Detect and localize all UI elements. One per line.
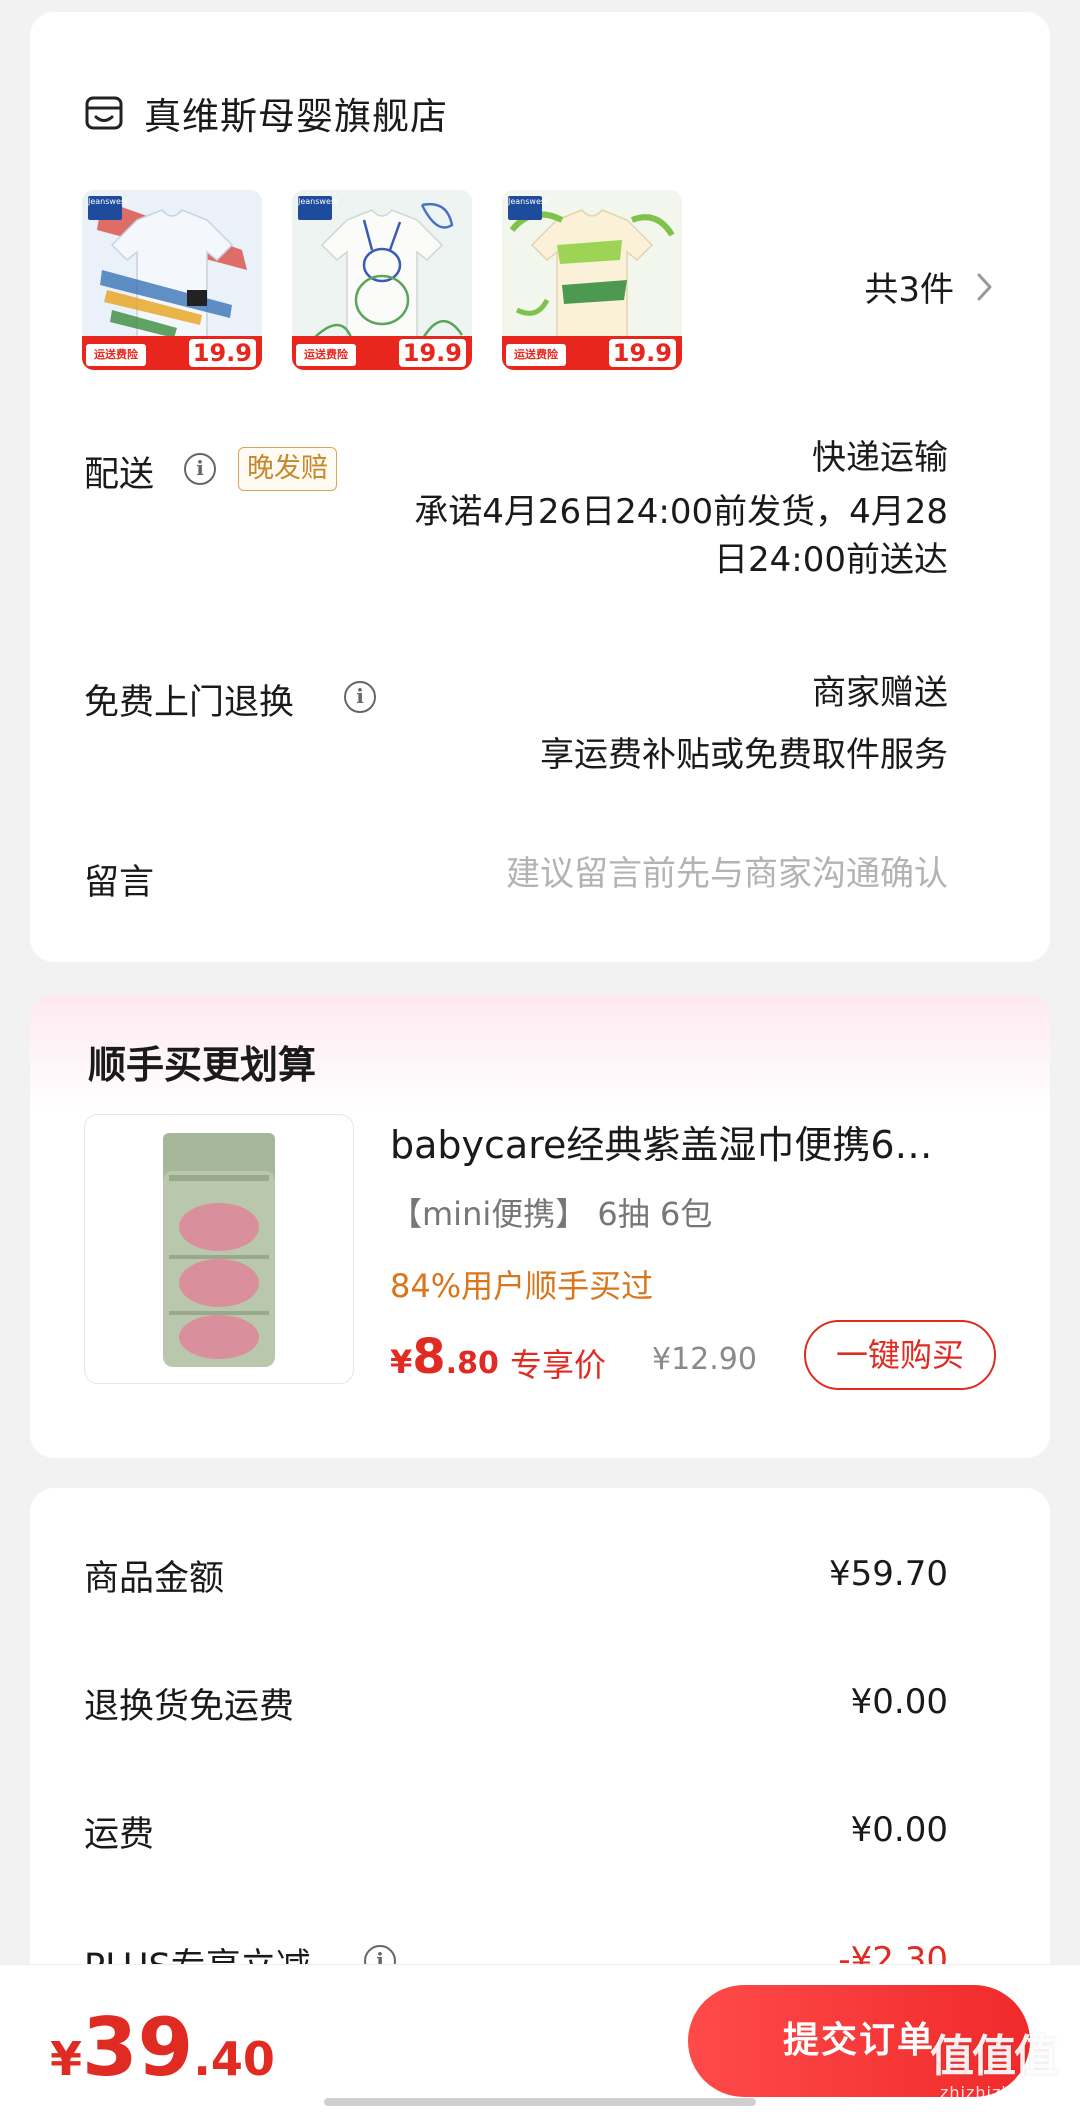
product-thumb-2[interactable]: Jeanswest 运送费险 19.9 — [292, 190, 472, 370]
free-return-label: 免费上门退换 — [84, 683, 295, 723]
delivery-promise-line1: 承诺4月26日24:00前发货，4月28 — [414, 492, 948, 532]
free-return-value: 商家赠送 — [812, 673, 948, 713]
exclusive-price-label: 专享价 — [510, 1346, 607, 1384]
free-return-info: 商家赠送 享运费补贴或免费取件服务 — [540, 662, 948, 786]
brand-tag: Jeanswest — [298, 196, 338, 220]
late-ship-badge: 晚发赔 — [238, 447, 337, 491]
price-integer: 8 — [412, 1329, 446, 1385]
delivery-method: 快递运输 — [812, 438, 948, 478]
original-price: ¥12.90 — [652, 1342, 757, 1377]
promo-tag: 运送费险 — [506, 344, 566, 366]
message-label: 留言 — [84, 863, 155, 903]
product-thumb-3[interactable]: Jeanswest 运送费险 19.9 — [502, 190, 682, 370]
delivery-promise-line2: 日24:00前送达 — [714, 540, 948, 580]
message-input[interactable]: 建议留言前先与商家沟通确认 — [506, 850, 948, 898]
product-thumbnails[interactable]: Jeanswest 运送费险 19.9 Jeanswest 运送费险 19.9 — [82, 190, 712, 370]
total-integer: 39 — [82, 2001, 194, 2094]
total-symbol: ¥ — [50, 2032, 83, 2086]
addon-product-image[interactable] — [84, 1114, 354, 1384]
brand-tag: Jeanswest — [508, 196, 548, 220]
goods-amount-value: ¥59.70 — [829, 1554, 948, 1594]
addon-product-spec: 【mini便携】 6抽 6包 — [390, 1195, 713, 1233]
brand-tag: Jeanswest — [88, 196, 128, 220]
price-symbol: ¥ — [390, 1343, 413, 1381]
addon-product-name[interactable]: babycare经典紫盖湿巾便携6… — [390, 1114, 1000, 1169]
watermark-url: zhizhizhi.com — [940, 2083, 1062, 2102]
promo-price: 19.9 — [608, 339, 676, 367]
item-count: 共3件 — [864, 270, 954, 310]
one-click-buy-button[interactable]: 一键购买 — [804, 1320, 996, 1390]
promo-tag: 运送费险 — [86, 344, 146, 366]
wipes-pack-image — [163, 1133, 275, 1367]
info-icon[interactable]: i — [344, 681, 376, 713]
addon-purchase-stat: 84%用户顺手买过 — [390, 1267, 654, 1305]
delivery-label: 配送 — [84, 455, 155, 495]
store-order-card: 真维斯母婴旗舰店 Jeanswest 运送费险 19.9 Jeanswest 运… — [30, 12, 1050, 962]
store-header[interactable]: 真维斯母婴旗舰店 — [84, 78, 448, 148]
store-icon — [85, 96, 123, 130]
addon-title: 顺手买更划算 — [88, 1043, 317, 1087]
watermark-logo: 值值值 — [930, 2031, 1058, 2082]
total-price: ¥ 39 .40 — [50, 2001, 275, 2094]
free-return-detail: 享运费补贴或免费取件服务 — [540, 735, 948, 775]
item-count-link[interactable]: 共3件 — [864, 262, 996, 311]
product-thumb-1[interactable]: Jeanswest 运送费险 19.9 — [82, 190, 262, 370]
goods-amount-label: 商品金额 — [84, 1559, 225, 1599]
return-shipping-value: ¥0.00 — [850, 1682, 948, 1722]
shipping-fee-label: 运费 — [84, 1815, 155, 1855]
return-shipping-label: 退换货免运费 — [84, 1687, 295, 1727]
delivery-info[interactable]: 快递运输 承诺4月26日24:00前发货，4月28 日24:00前送达 — [414, 434, 948, 584]
addon-price: ¥ 8 .80 — [390, 1329, 499, 1385]
shipping-fee-value: ¥0.00 — [850, 1810, 948, 1850]
promo-tag: 运送费险 — [296, 344, 356, 366]
checkout-bar: ¥ 39 .40 提交订单 — [0, 1964, 1080, 2112]
info-icon[interactable]: i — [184, 453, 216, 485]
total-decimal: .40 — [193, 2032, 275, 2086]
price-decimal: .80 — [445, 1346, 499, 1381]
chevron-right-icon — [977, 273, 992, 300]
home-indicator[interactable] — [324, 2098, 756, 2106]
addon-card: 顺手买更划算 babycare经典紫盖湿巾便携6… 【mini便携】 6抽 6包… — [30, 994, 1050, 1458]
promo-price: 19.9 — [188, 339, 256, 367]
store-name: 真维斯母婴旗舰店 — [144, 95, 448, 138]
promo-price: 19.9 — [398, 339, 466, 367]
